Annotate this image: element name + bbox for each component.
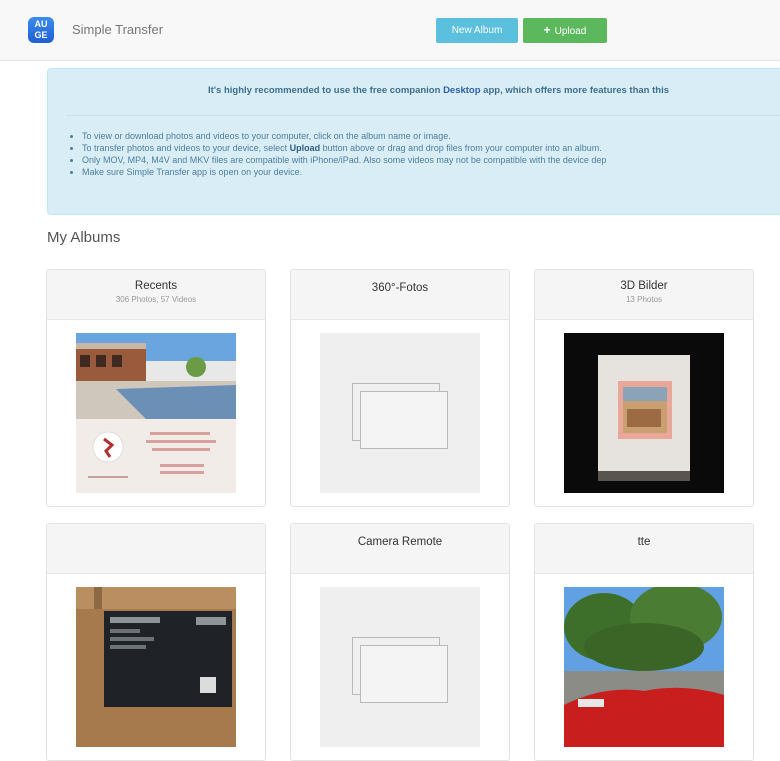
album-thumbnail[interactable] (320, 333, 480, 493)
album-card-header[interactable]: 3D Bilder 13 Photos (535, 270, 753, 320)
album-card-header[interactable]: Camera Remote (291, 524, 509, 574)
album-title[interactable]: Recents (47, 280, 265, 292)
top-bar: AU GE Simple Transfer New Album + Upload (0, 0, 780, 61)
section-title: My Albums (47, 229, 121, 246)
album-card-camera-remote[interactable]: Camera Remote (290, 523, 510, 761)
album-subtitle: 13 Photos (625, 295, 663, 304)
plus-icon: + (543, 23, 551, 37)
album-card-header[interactable] (47, 524, 265, 574)
album-card-360-fotos[interactable]: 360°-Fotos (290, 269, 510, 507)
info-item: To view or download photos and videos to… (82, 130, 606, 142)
album-thumbnail[interactable] (564, 333, 724, 493)
recents-photo (76, 333, 236, 493)
info-item: To transfer photos and videos to your de… (82, 142, 606, 154)
album-title[interactable]: 360°-Fotos (291, 282, 509, 294)
album-card-untitled[interactable] (46, 523, 266, 761)
info-item: Make sure Simple Transfer app is open on… (82, 166, 606, 178)
info-divider (66, 115, 780, 116)
desktop-app-link[interactable]: Desktop (443, 85, 480, 96)
album-title[interactable]: tte (535, 536, 753, 548)
album-title[interactable]: 3D Bilder (535, 280, 753, 292)
info-list: To view or download photos and videos to… (68, 130, 606, 178)
info-lead-text-end: app, which offers more features than thi… (480, 85, 669, 96)
upload-label: Upload (554, 26, 587, 37)
album-thumbnail[interactable] (76, 333, 236, 493)
album-card-3d-bilder[interactable]: 3D Bilder 13 Photos (534, 269, 754, 507)
3d-bilder-photo (564, 333, 724, 493)
album-card-header[interactable]: 360°-Fotos (291, 270, 509, 320)
album-card-header[interactable]: Recents 306 Photos, 57 Videos (47, 270, 265, 320)
album-thumbnail[interactable] (564, 587, 724, 747)
album-card-tte[interactable]: tte (534, 523, 754, 761)
album-subtitle: 306 Photos, 57 Videos (115, 295, 197, 304)
app-title: Simple Transfer (72, 22, 164, 37)
album-thumbnail[interactable] (320, 587, 480, 747)
car-photo (564, 587, 724, 747)
box-photo (76, 587, 236, 747)
new-album-button[interactable]: New Album (436, 18, 518, 43)
album-title[interactable]: Camera Remote (291, 536, 509, 548)
info-lead-text: It's highly recommended to use the free … (208, 85, 444, 96)
album-card-header[interactable]: tte (535, 524, 753, 574)
album-card-recents[interactable]: Recents 306 Photos, 57 Videos (46, 269, 266, 507)
upload-button[interactable]: + Upload (523, 18, 607, 43)
info-item: Only MOV, MP4, M4V and MKV files are com… (82, 154, 606, 166)
album-thumbnail[interactable] (76, 587, 236, 747)
info-lead: It's highly recommended to use the free … (208, 85, 669, 96)
info-alert: It's highly recommended to use the free … (47, 68, 780, 215)
app-icon: AU GE (28, 17, 54, 43)
